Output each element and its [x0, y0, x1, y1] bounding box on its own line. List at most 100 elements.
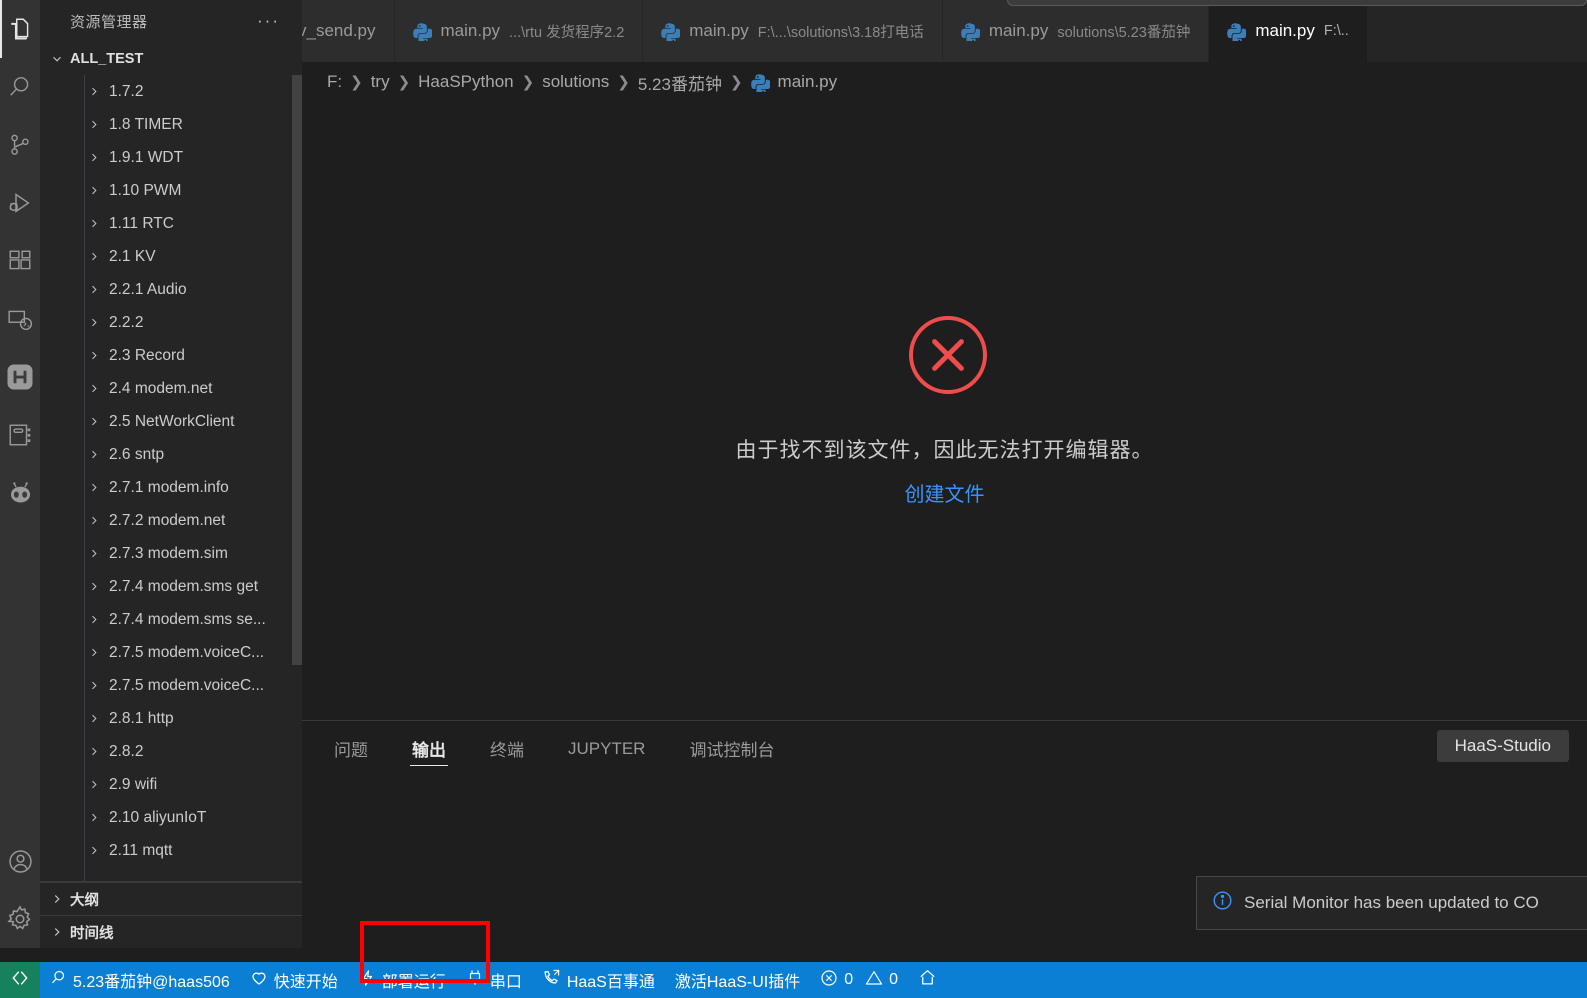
status-item-quick-start[interactable]: 快速开始 — [241, 962, 347, 998]
chevron-right-icon — [88, 316, 100, 329]
status-item-activate-haas-ui[interactable]: 激活HaaS-UI插件 — [666, 962, 809, 998]
status-error-count: 0 — [844, 971, 854, 988]
status-label: 快速开始 — [273, 974, 338, 991]
tree-row[interactable]: 2.8.2 — [40, 735, 302, 768]
panel-tab[interactable]: 输出 — [406, 721, 452, 776]
command-palette-stub[interactable] — [1007, 0, 1587, 6]
activity-item-explorer[interactable] — [0, 0, 40, 58]
activity-item-haas-studio[interactable] — [0, 348, 40, 406]
tree-row[interactable]: 2.7.5 modem.voiceC... — [40, 669, 302, 702]
breadcrumb-item[interactable]: F: — [327, 72, 342, 92]
remote-host-button[interactable] — [0, 962, 40, 998]
files-icon — [7, 16, 33, 42]
activity-item-accounts[interactable] — [0, 832, 40, 890]
breadcrumb-item[interactable]: solutions — [542, 72, 609, 92]
panel-tab[interactable]: 调试控制台 — [683, 721, 780, 776]
tab-sublabel: F:\...\solutions\3.18打电话 — [757, 24, 924, 41]
tree-row[interactable]: 2.8.1 http — [40, 702, 302, 735]
notification-toast[interactable]: Serial Monitor has been updated to CO — [1196, 876, 1587, 930]
tree-row[interactable]: 1.11 RTC — [40, 207, 302, 240]
sidebar-section-all-test[interactable]: ALL_TEST — [40, 42, 302, 75]
tree-row-label: 2.3 Record — [109, 346, 185, 364]
editor-tab[interactable]: v_send.py — [302, 0, 395, 62]
panel-tab[interactable]: 终端 — [484, 721, 530, 776]
activity-item-settings[interactable] — [0, 890, 40, 948]
chevron-right-icon — [88, 481, 100, 494]
status-item-problems[interactable]: 0 0 — [811, 962, 907, 998]
chevron-right-icon — [88, 184, 100, 197]
activity-item-source-control[interactable] — [0, 116, 40, 174]
python-icon — [960, 22, 980, 41]
tree-row[interactable]: 2.6 sntp — [40, 438, 302, 471]
tree-row-label: 1.9.1 WDT — [109, 148, 184, 166]
editor-tab[interactable]: main.py solutions\5.23番茄钟 — [942, 0, 1210, 62]
sidebar-section-label: 时间线 — [70, 925, 114, 942]
breadcrumb-separator-icon: ❯ — [729, 74, 743, 91]
chevron-right-icon — [88, 382, 100, 395]
tree-row-label: 2.7.5 modem.voiceC... — [109, 676, 265, 694]
editor-tab[interactable]: main.py ...\rtu 发货程序2.2 — [394, 0, 644, 62]
tab-sublabel: ...\rtu 发货程序2.2 — [509, 24, 625, 41]
editor-error-message: 由于找不到该文件，因此无法打开编辑器。 — [735, 438, 1154, 462]
tree-row[interactable]: 2.5 NetWorkClient — [40, 405, 302, 438]
sidebar-more-actions-button[interactable]: ··· — [257, 11, 296, 31]
breadcrumb-item[interactable]: 5.23番茄钟 — [638, 70, 722, 95]
tree-row[interactable]: 2.3 Record — [40, 339, 302, 372]
editor-tab[interactable]: main.py F:\.. — [1209, 0, 1368, 62]
tree-row[interactable]: 2.7.5 modem.voiceC... — [40, 636, 302, 669]
activity-item-copilot[interactable] — [0, 464, 40, 522]
activity-item-search[interactable] — [0, 58, 40, 116]
tree-row[interactable]: 2.4 modem.net — [40, 372, 302, 405]
panel-tab[interactable]: 问题 — [328, 721, 374, 776]
error-x-icon — [908, 315, 987, 394]
activity-item-extensions[interactable] — [0, 232, 40, 290]
tree-row[interactable]: 2.10 aliyunIoT — [40, 801, 302, 834]
status-item-home[interactable] — [909, 962, 946, 998]
breadcrumb[interactable]: F: ❯ try ❯ HaaSPython ❯ solutions ❯ 5.23番茄钟 ❯ main… — [302, 62, 1587, 102]
tree-row[interactable]: 2.7.4 modem.sms se... — [40, 603, 302, 636]
status-item-deploy-run[interactable]: 部署运行 — [349, 962, 455, 998]
chevron-right-icon — [88, 448, 100, 461]
output-source-selector[interactable]: HaaS-Studio — [1436, 730, 1569, 762]
activity-item-remote-explorer[interactable] — [0, 290, 40, 348]
status-item-haas-help[interactable]: HaaS百事通 — [533, 962, 664, 998]
search-icon — [50, 969, 67, 991]
status-label: 部署运行 — [381, 974, 446, 991]
panel-tab[interactable]: JUPYTER — [562, 721, 651, 776]
chevron-right-icon — [88, 712, 100, 725]
tree-row[interactable]: 2.7.1 modem.info — [40, 471, 302, 504]
breadcrumb-separator-icon: ❯ — [521, 74, 535, 91]
chevron-right-icon — [88, 778, 100, 791]
chevron-right-icon — [88, 283, 100, 296]
tree-row[interactable]: 1.8 TIMER — [40, 108, 302, 141]
tree-row[interactable]: 2.1 KV — [40, 240, 302, 273]
sidebar-section-outline[interactable]: 大纲 — [40, 882, 302, 915]
tree-row[interactable]: 2.7.2 modem.net — [40, 504, 302, 537]
tree-row[interactable]: 2.2.2 — [40, 306, 302, 339]
tree-row[interactable]: 1.10 PWM — [40, 174, 302, 207]
tab-label: main.py — [689, 21, 749, 40]
editor-tab[interactable]: main.py F:\...\solutions\3.18打电话 — [643, 0, 943, 62]
tree-row[interactable]: 2.11 mqtt — [40, 834, 302, 867]
activity-item-run-debug[interactable] — [0, 174, 40, 232]
sidebar-scrollbar[interactable] — [292, 75, 302, 665]
tab-label: main.py — [988, 21, 1049, 40]
tree-row[interactable]: 2.7.3 modem.sim — [40, 537, 302, 570]
extensions-icon — [7, 248, 33, 274]
activity-item-notebook[interactable] — [0, 406, 40, 464]
tree-row[interactable]: 2.9 wifi — [40, 768, 302, 801]
status-item-serial-port[interactable]: 串口 — [457, 962, 531, 998]
breadcrumb-item[interactable]: HaaSPython — [418, 72, 513, 92]
tree-row[interactable]: 1.9.1 WDT — [40, 141, 302, 174]
sidebar-section-timeline[interactable]: 时间线 — [40, 915, 302, 948]
breadcrumb-file[interactable]: main.py — [750, 72, 838, 92]
breadcrumb-item[interactable]: try — [371, 72, 390, 92]
create-file-link[interactable]: 创建文件 — [905, 478, 985, 507]
tree-row[interactable]: 1.7.2 — [40, 75, 302, 108]
breadcrumb-file-label: main.py — [777, 72, 838, 91]
file-tree[interactable]: 1.7.2 1.8 TIMER 1.9.1 WDT 1.10 PWM 1.11 RTC 2… — [40, 75, 302, 882]
tree-row[interactable]: 2.7.4 modem.sms get — [40, 570, 302, 603]
tree-row[interactable]: 2.2.1 Audio — [40, 273, 302, 306]
status-item-device-target[interactable]: 5.23番茄钟@haas506 — [41, 962, 239, 998]
search-icon — [7, 74, 33, 100]
